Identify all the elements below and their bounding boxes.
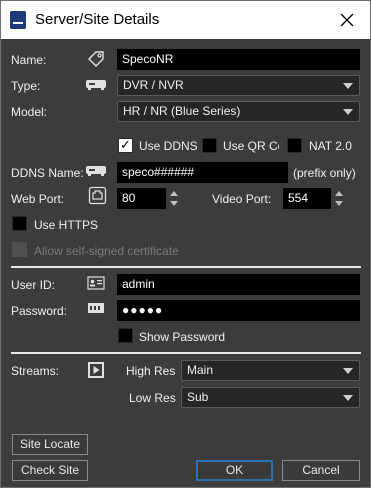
video-port-label: Video Port: — [212, 192, 272, 206]
video-play-icon — [88, 362, 104, 378]
type-select-value: DVR / NVR — [123, 78, 184, 92]
use-ddns-label: Use DDNS — [139, 139, 198, 153]
separator — [11, 266, 361, 268]
dvr-device-icon — [86, 80, 106, 90]
window-title: Server/Site Details — [35, 11, 160, 28]
check-site-button[interactable]: Check Site — [12, 460, 88, 481]
close-button[interactable] — [328, 4, 366, 36]
chevron-down-icon — [343, 83, 353, 89]
chevron-down-icon — [343, 395, 353, 401]
nat-label: NAT 2.0 — [309, 139, 352, 153]
cancel-button[interactable]: Cancel — [282, 460, 360, 481]
ddns-hint: (prefix only) — [293, 166, 356, 180]
high-res-label: High Res — [126, 364, 176, 378]
use-https-label: Use HTTPS — [34, 218, 99, 232]
spin-up-icon — [335, 191, 343, 196]
show-password-label: Show Password — [139, 330, 226, 344]
user-id-input[interactable]: admin — [117, 274, 360, 295]
show-password-checkbox[interactable] — [118, 328, 133, 343]
password-input[interactable]: ●●●●● — [117, 300, 360, 321]
dvr-device-icon — [86, 166, 106, 176]
dialog-body: Name: SpecoNR Type: DVR / NVR Model: HR … — [0, 39, 371, 488]
spin-down-icon — [170, 201, 178, 206]
use-qr-label: Use QR Co — [223, 139, 279, 153]
chevron-down-icon — [343, 109, 353, 115]
streams-label: Streams: — [11, 364, 60, 378]
type-select[interactable]: DVR / NVR — [117, 75, 360, 96]
ok-button[interactable]: OK — [196, 460, 273, 481]
separator — [11, 352, 361, 354]
password-label: Password: — [11, 304, 68, 318]
id-card-icon — [87, 276, 105, 290]
high-res-select[interactable]: Main — [181, 360, 360, 381]
video-port-spinner[interactable] — [332, 188, 345, 209]
ddns-name-input[interactable]: speco###### — [117, 162, 288, 183]
password-icon — [88, 303, 104, 313]
user-id-label: User ID: — [11, 278, 56, 292]
web-port-input[interactable]: 80 — [117, 188, 166, 209]
nat-checkbox[interactable] — [287, 138, 302, 153]
name-label: Name: — [11, 53, 47, 67]
type-label: Type: — [11, 79, 41, 93]
high-res-select-value: Main — [187, 363, 214, 377]
model-select[interactable]: HR / NR (Blue Series) — [117, 101, 360, 122]
model-label: Model: — [11, 105, 48, 119]
app-icon — [10, 11, 26, 29]
spin-up-icon — [170, 191, 178, 196]
self-signed-checkbox — [12, 242, 27, 257]
low-res-select-value: Sub — [187, 390, 209, 404]
use-qr-checkbox[interactable] — [202, 138, 217, 153]
use-ddns-checkbox[interactable] — [118, 137, 133, 153]
ddns-name-label: DDNS Name: — [11, 166, 84, 180]
chevron-down-icon — [343, 368, 353, 374]
tag-icon — [88, 51, 104, 67]
video-port-input[interactable]: 554 — [283, 188, 331, 209]
spin-down-icon — [335, 201, 343, 206]
name-input[interactable]: SpecoNR — [117, 49, 360, 70]
self-signed-label: Allow self-signed certificate — [34, 244, 179, 258]
network-port-icon — [88, 186, 107, 205]
title-bar: Server/Site Details — [0, 0, 371, 39]
use-https-checkbox[interactable] — [12, 216, 27, 231]
site-locate-button[interactable]: Site Locate — [12, 434, 88, 455]
low-res-label: Low Res — [129, 391, 176, 405]
web-port-label: Web Port: — [11, 192, 65, 206]
close-icon — [340, 13, 354, 27]
web-port-spinner[interactable] — [167, 188, 180, 209]
model-select-value: HR / NR (Blue Series) — [123, 104, 241, 118]
low-res-select[interactable]: Sub — [181, 387, 360, 408]
